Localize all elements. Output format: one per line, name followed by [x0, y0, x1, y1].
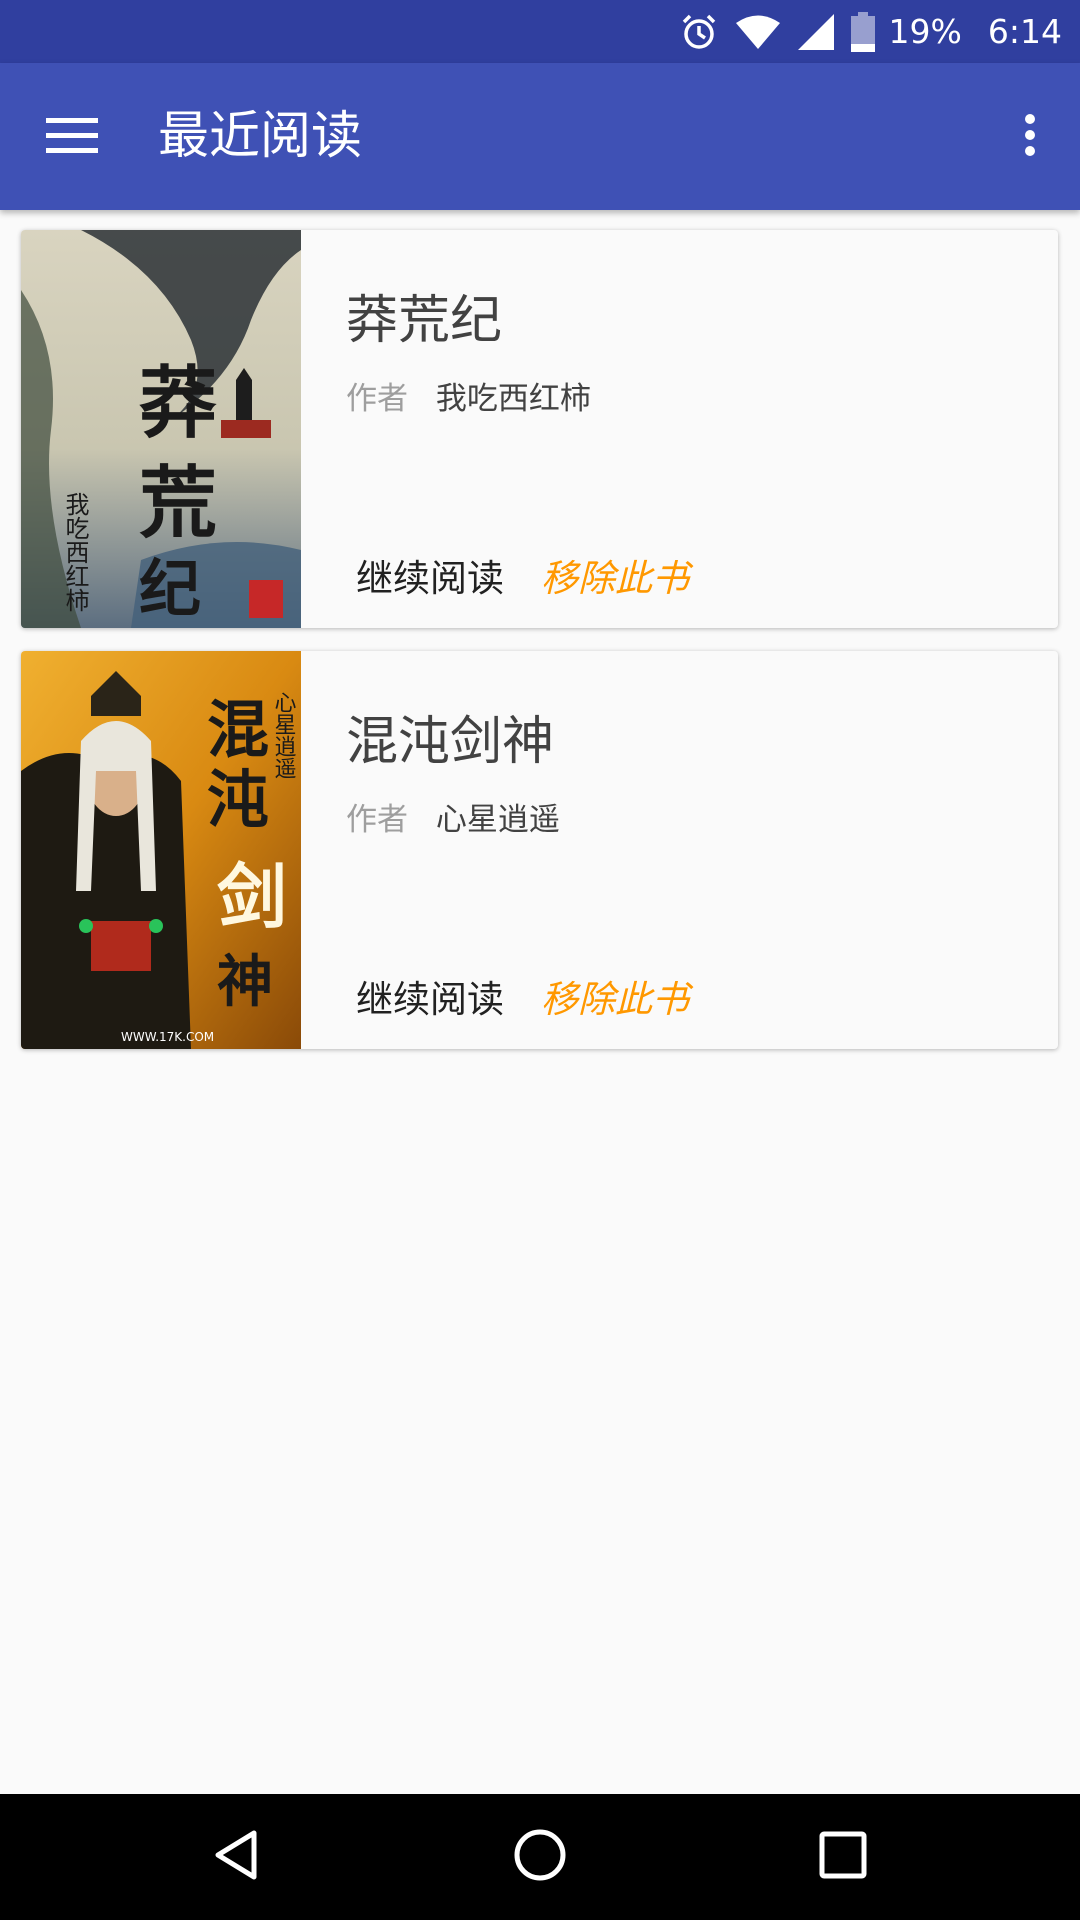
- signal-icon: [797, 13, 835, 51]
- alarm-icon: [679, 12, 719, 52]
- continue-reading-button[interactable]: 继续阅读: [356, 548, 504, 602]
- book-title: 莽荒纪: [346, 291, 503, 351]
- app-bar: 最近阅读: [0, 63, 1080, 210]
- book-card[interactable]: 莽 荒 纪 我吃西红柿 莽荒纪 作者 我吃西红柿 继续阅读 移除此书: [21, 230, 1058, 628]
- book-title: 混沌剑神: [346, 712, 555, 772]
- battery-icon: [850, 11, 875, 52]
- more-vert-icon: [1024, 113, 1036, 161]
- recents-button[interactable]: [810, 1824, 876, 1890]
- page-title: 最近阅读: [158, 107, 363, 166]
- author-name: 我吃西红柿: [435, 381, 591, 417]
- more-options-button[interactable]: [996, 103, 1064, 171]
- book-cover: 莽 荒 纪 我吃西红柿: [21, 230, 301, 628]
- remove-book-button[interactable]: 移除此书: [541, 969, 689, 1023]
- navigation-bar: [0, 1794, 1080, 1920]
- recents-icon: [819, 1831, 867, 1883]
- continue-reading-button[interactable]: 继续阅读: [356, 969, 504, 1023]
- cover-title-char: 莽: [139, 358, 217, 449]
- cover-title-char: 神: [217, 949, 273, 1015]
- author-label: 作者: [346, 802, 408, 838]
- home-button[interactable]: [507, 1824, 573, 1890]
- wifi-icon: [735, 14, 781, 50]
- cover-url: WWW.17K.COM: [121, 1030, 214, 1044]
- cover-author: 我吃西红柿: [61, 492, 89, 612]
- status-bar: 19% 6:14: [0, 0, 1080, 63]
- author-row: 作者 心星逍遥: [346, 794, 560, 839]
- menu-icon: [46, 116, 98, 158]
- cover-author: 心星逍遥: [271, 691, 297, 779]
- author-name: 心星逍遥: [435, 802, 560, 838]
- author-label: 作者: [346, 381, 408, 417]
- cover-title-char: 沌: [207, 763, 269, 836]
- cover-title-char: 纪: [139, 552, 201, 625]
- book-cover: 混 沌 剑 神 心星逍遥 WWW.17K.COM: [21, 651, 301, 1049]
- back-icon: [212, 1829, 260, 1885]
- cover-title-char: 剑: [217, 855, 287, 938]
- author-row: 作者 我吃西红柿: [346, 373, 591, 418]
- cover-title-char: 混: [207, 693, 269, 766]
- home-icon: [513, 1828, 567, 1886]
- remove-book-button[interactable]: 移除此书: [541, 548, 689, 602]
- back-button[interactable]: [203, 1824, 269, 1890]
- battery-percent: 19%: [888, 12, 962, 51]
- clock: 6:14: [987, 12, 1062, 51]
- menu-button[interactable]: [34, 103, 110, 171]
- book-card[interactable]: 混 沌 剑 神 心星逍遥 WWW.17K.COM 混沌剑神 作者 心星逍遥 继续…: [21, 651, 1058, 1049]
- cover-title-char: 荒: [139, 458, 217, 549]
